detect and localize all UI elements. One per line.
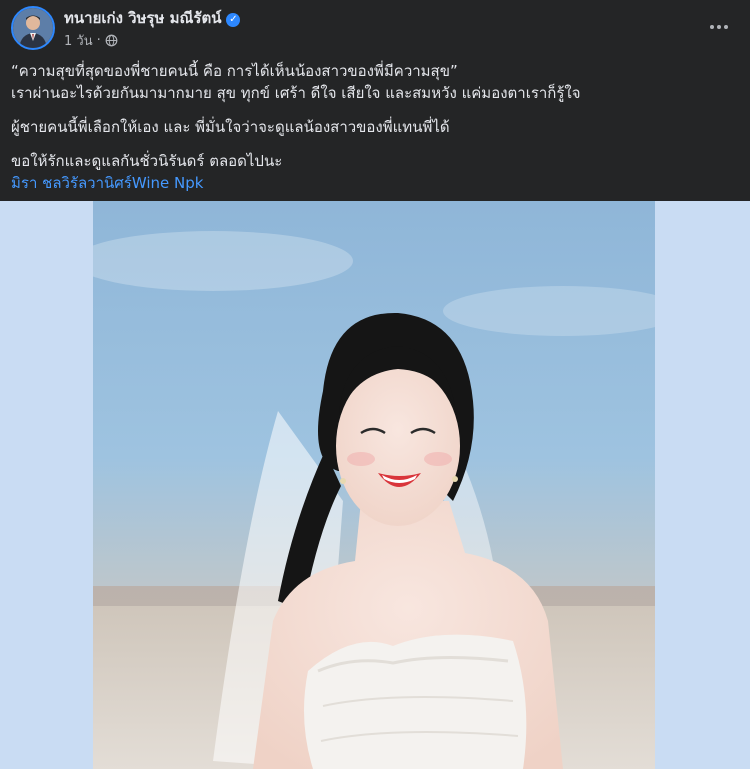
more-dot bbox=[710, 25, 714, 29]
post-text-line: เราผ่านอะไรด้วยกันมามากมาย สุข ทุกข์ เศร… bbox=[11, 84, 581, 102]
more-dot bbox=[717, 25, 721, 29]
post-media bbox=[0, 201, 750, 769]
tagged-person-link[interactable]: มิรา ชลวิรัลวานิศร์Wine Npk bbox=[11, 172, 731, 194]
post-photo[interactable] bbox=[93, 201, 655, 769]
verified-badge-icon: ✓ bbox=[226, 13, 241, 27]
post-timestamp[interactable]: 1 วัน bbox=[64, 30, 93, 51]
post-meta: 1 วัน · bbox=[64, 30, 118, 51]
globe-icon[interactable] bbox=[105, 34, 118, 47]
author-avatar[interactable] bbox=[11, 6, 55, 50]
more-options-icon[interactable] bbox=[704, 12, 734, 42]
author-name[interactable]: ทนายเก่ง วิษรุษ มณีรัตน์ ✓ bbox=[64, 6, 241, 30]
post-header: ทนายเก่ง วิษรุษ มณีรัตน์ ✓ 1 วัน · bbox=[0, 0, 750, 56]
post-text-line: ผู้ชายคนนี้พี่เลือกให้เอง และ พี่มั่นใจว… bbox=[11, 118, 450, 136]
meta-separator: · bbox=[96, 33, 101, 48]
more-dot bbox=[724, 25, 728, 29]
post-text-line: ขอให้รักและดูแลกันชั่วนิรันดร์ ตลอดไปนะ bbox=[11, 152, 283, 170]
author-name-text[interactable]: ทนายเก่ง วิษรุษ มณีรัตน์ bbox=[64, 9, 221, 27]
post-text-line: “ความสุขที่สุดของพี่ชายคนนี้ คือ การได้เ… bbox=[11, 62, 458, 80]
post-body: “ความสุขที่สุดของพี่ชายคนนี้ คือ การได้เ… bbox=[11, 60, 731, 194]
